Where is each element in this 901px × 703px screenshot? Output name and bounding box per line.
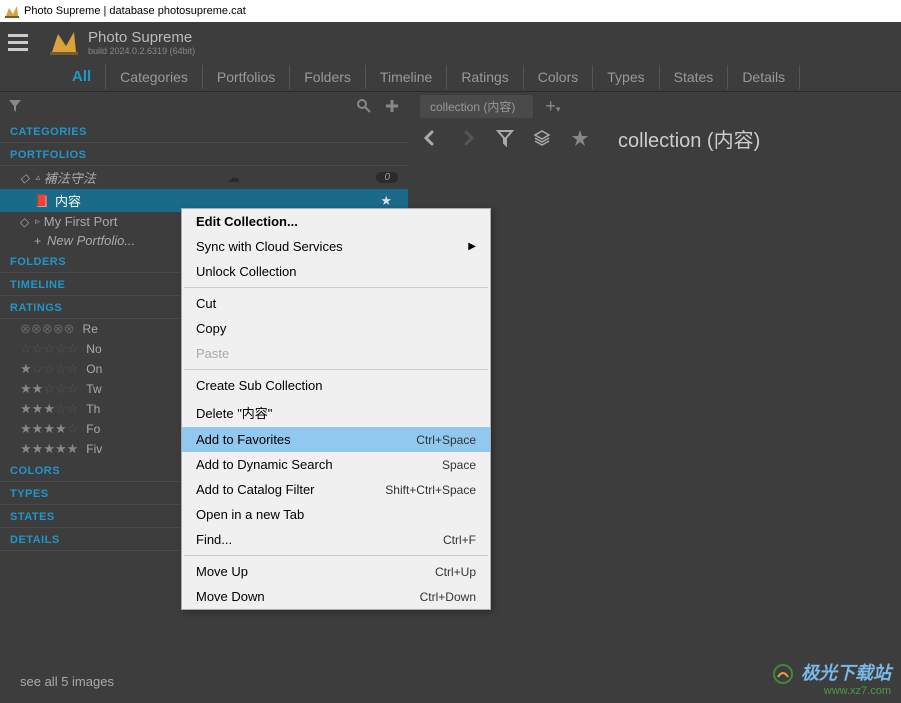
section-portfolios[interactable]: PORTFOLIOS [0, 145, 408, 166]
watermark-text: 极光下载站 [772, 659, 891, 685]
watermark: 极光下载站 www.xz7.com [772, 659, 891, 697]
collection-icon: 📕 [34, 194, 49, 208]
menu-shortcut: Ctrl+Up [435, 565, 476, 579]
nav-tab-folders[interactable]: Folders [290, 65, 366, 89]
content-tabs: collection (内容) +▾ [408, 92, 901, 120]
submenu-arrow-icon: ▶ [468, 241, 476, 252]
menu-find[interactable]: Find...Ctrl+F [182, 527, 490, 552]
portfolio-label: 内容 [55, 191, 81, 210]
add-tab-button[interactable]: +▾ [545, 96, 560, 117]
menu-separator [184, 369, 488, 370]
window-title: Photo Supreme | database photosupreme.ca… [24, 5, 246, 17]
portfolio-label: 補法守法 [44, 168, 96, 187]
menu-copy[interactable]: Copy [182, 316, 490, 341]
favorite-star-icon[interactable] [570, 128, 590, 148]
search-icon[interactable] [356, 98, 372, 114]
menu-separator [184, 555, 488, 556]
rating-label: Tw [86, 382, 101, 396]
menu-create-sub[interactable]: Create Sub Collection [182, 373, 490, 398]
nav-tab-details[interactable]: Details [728, 65, 800, 89]
menu-delete[interactable]: Delete "内容" [182, 398, 490, 427]
forward-arrow-icon [458, 128, 478, 148]
menu-shortcut: Ctrl+F [443, 533, 476, 547]
filter-toolbar-icon[interactable] [496, 129, 514, 147]
rating-label: No [86, 342, 101, 356]
window-titlebar: Photo Supreme | database photosupreme.ca… [0, 0, 901, 22]
menu-move-up[interactable]: Move UpCtrl+Up [182, 559, 490, 584]
rating-label: Fo [86, 422, 100, 436]
content-toolbar: collection (内容) [408, 120, 901, 156]
star-row-icon: ☆☆☆☆☆ [20, 341, 78, 357]
portfolio-label: My First Port [44, 214, 118, 229]
menu-add-favorites[interactable]: Add to FavoritesCtrl+Space [182, 427, 490, 452]
layers-icon[interactable] [532, 128, 552, 148]
star-row-icon: ★★☆☆☆ [20, 381, 78, 397]
expand-arrow-icon[interactable]: ▵ [35, 172, 40, 183]
star-row-icon: ★☆☆☆☆ [20, 361, 78, 377]
menu-add-catalog-filter[interactable]: Add to Catalog FilterShift+Ctrl+Space [182, 477, 490, 502]
sidebar-toolbar [0, 92, 408, 120]
nav-tab-ratings[interactable]: Ratings [447, 65, 523, 89]
add-icon[interactable] [384, 98, 400, 114]
hamburger-menu-button[interactable] [8, 28, 36, 56]
context-menu: Edit Collection... Sync with Cloud Servi… [181, 208, 491, 610]
app-name: Photo Supreme [88, 29, 195, 46]
menu-edit-collection[interactable]: Edit Collection... [182, 209, 490, 234]
rating-label: Th [86, 402, 100, 416]
count-badge: 0 [376, 172, 398, 183]
star-icon: ★ [380, 193, 392, 209]
menu-shortcut: Ctrl+Space [416, 433, 476, 447]
rating-label: Re [83, 322, 98, 336]
menu-sync-cloud[interactable]: Sync with Cloud Services▶ [182, 234, 490, 259]
book-icon: ◇ [20, 171, 29, 185]
rating-label: Fiv [86, 442, 102, 456]
watermark-url: www.xz7.com [772, 685, 891, 697]
back-arrow-icon[interactable] [420, 128, 440, 148]
menu-move-down[interactable]: Move DownCtrl+Down [182, 584, 490, 609]
nav-tab-all[interactable]: All [58, 64, 106, 89]
nav-tabs: All Categories Portfolios Folders Timeli… [0, 62, 901, 92]
menu-shortcut: Space [442, 458, 476, 472]
menu-add-dynamic[interactable]: Add to Dynamic SearchSpace [182, 452, 490, 477]
rating-label: On [86, 362, 102, 376]
plus-icon: + [34, 234, 41, 248]
app-logo-icon [48, 26, 80, 58]
star-row-icon: ★★★★★ [20, 441, 78, 457]
filter-icon[interactable] [8, 99, 22, 113]
nav-tab-types[interactable]: Types [593, 65, 659, 89]
portfolio-item-1[interactable]: ◇ ▵ 補法守法 ☁ 0 [0, 166, 408, 189]
menu-paste: Paste [182, 341, 490, 366]
content-title: collection (内容) [618, 124, 760, 153]
app-titlebar-icon [4, 3, 20, 19]
menu-cut[interactable]: Cut [182, 291, 490, 316]
book-icon: ◇ [20, 215, 29, 229]
expand-arrow-icon[interactable]: ▹ [35, 216, 40, 227]
nav-tab-portfolios[interactable]: Portfolios [203, 65, 290, 89]
reject-stars-icon: ⊗⊗⊗⊗⊗ [20, 321, 75, 337]
nav-tab-states[interactable]: States [660, 65, 729, 89]
watermark-logo-icon [772, 663, 794, 685]
nav-tab-categories[interactable]: Categories [106, 65, 203, 89]
nav-tab-timeline[interactable]: Timeline [366, 65, 447, 89]
content-tab[interactable]: collection (内容) [420, 95, 533, 118]
section-categories[interactable]: CATEGORIES [0, 122, 408, 143]
app-build: build 2024.0.2.6319 (64bit) [88, 46, 195, 56]
app-title-block: Photo Supreme build 2024.0.2.6319 (64bit… [88, 29, 195, 56]
menu-open-new-tab[interactable]: Open in a new Tab [182, 502, 490, 527]
new-portfolio-label: New Portfolio... [47, 233, 135, 248]
menu-shortcut: Shift+Ctrl+Space [385, 483, 476, 497]
menu-shortcut: Ctrl+Down [420, 590, 476, 604]
header-bar: Photo Supreme build 2024.0.2.6319 (64bit… [0, 22, 901, 62]
footer-text[interactable]: see all 5 images [20, 674, 114, 689]
menu-separator [184, 287, 488, 288]
nav-tab-colors[interactable]: Colors [524, 65, 593, 89]
menu-unlock[interactable]: Unlock Collection [182, 259, 490, 284]
cloud-icon: ☁ [227, 170, 240, 186]
star-row-icon: ★★★☆☆ [20, 401, 78, 417]
star-row-icon: ★★★★☆ [20, 421, 78, 437]
